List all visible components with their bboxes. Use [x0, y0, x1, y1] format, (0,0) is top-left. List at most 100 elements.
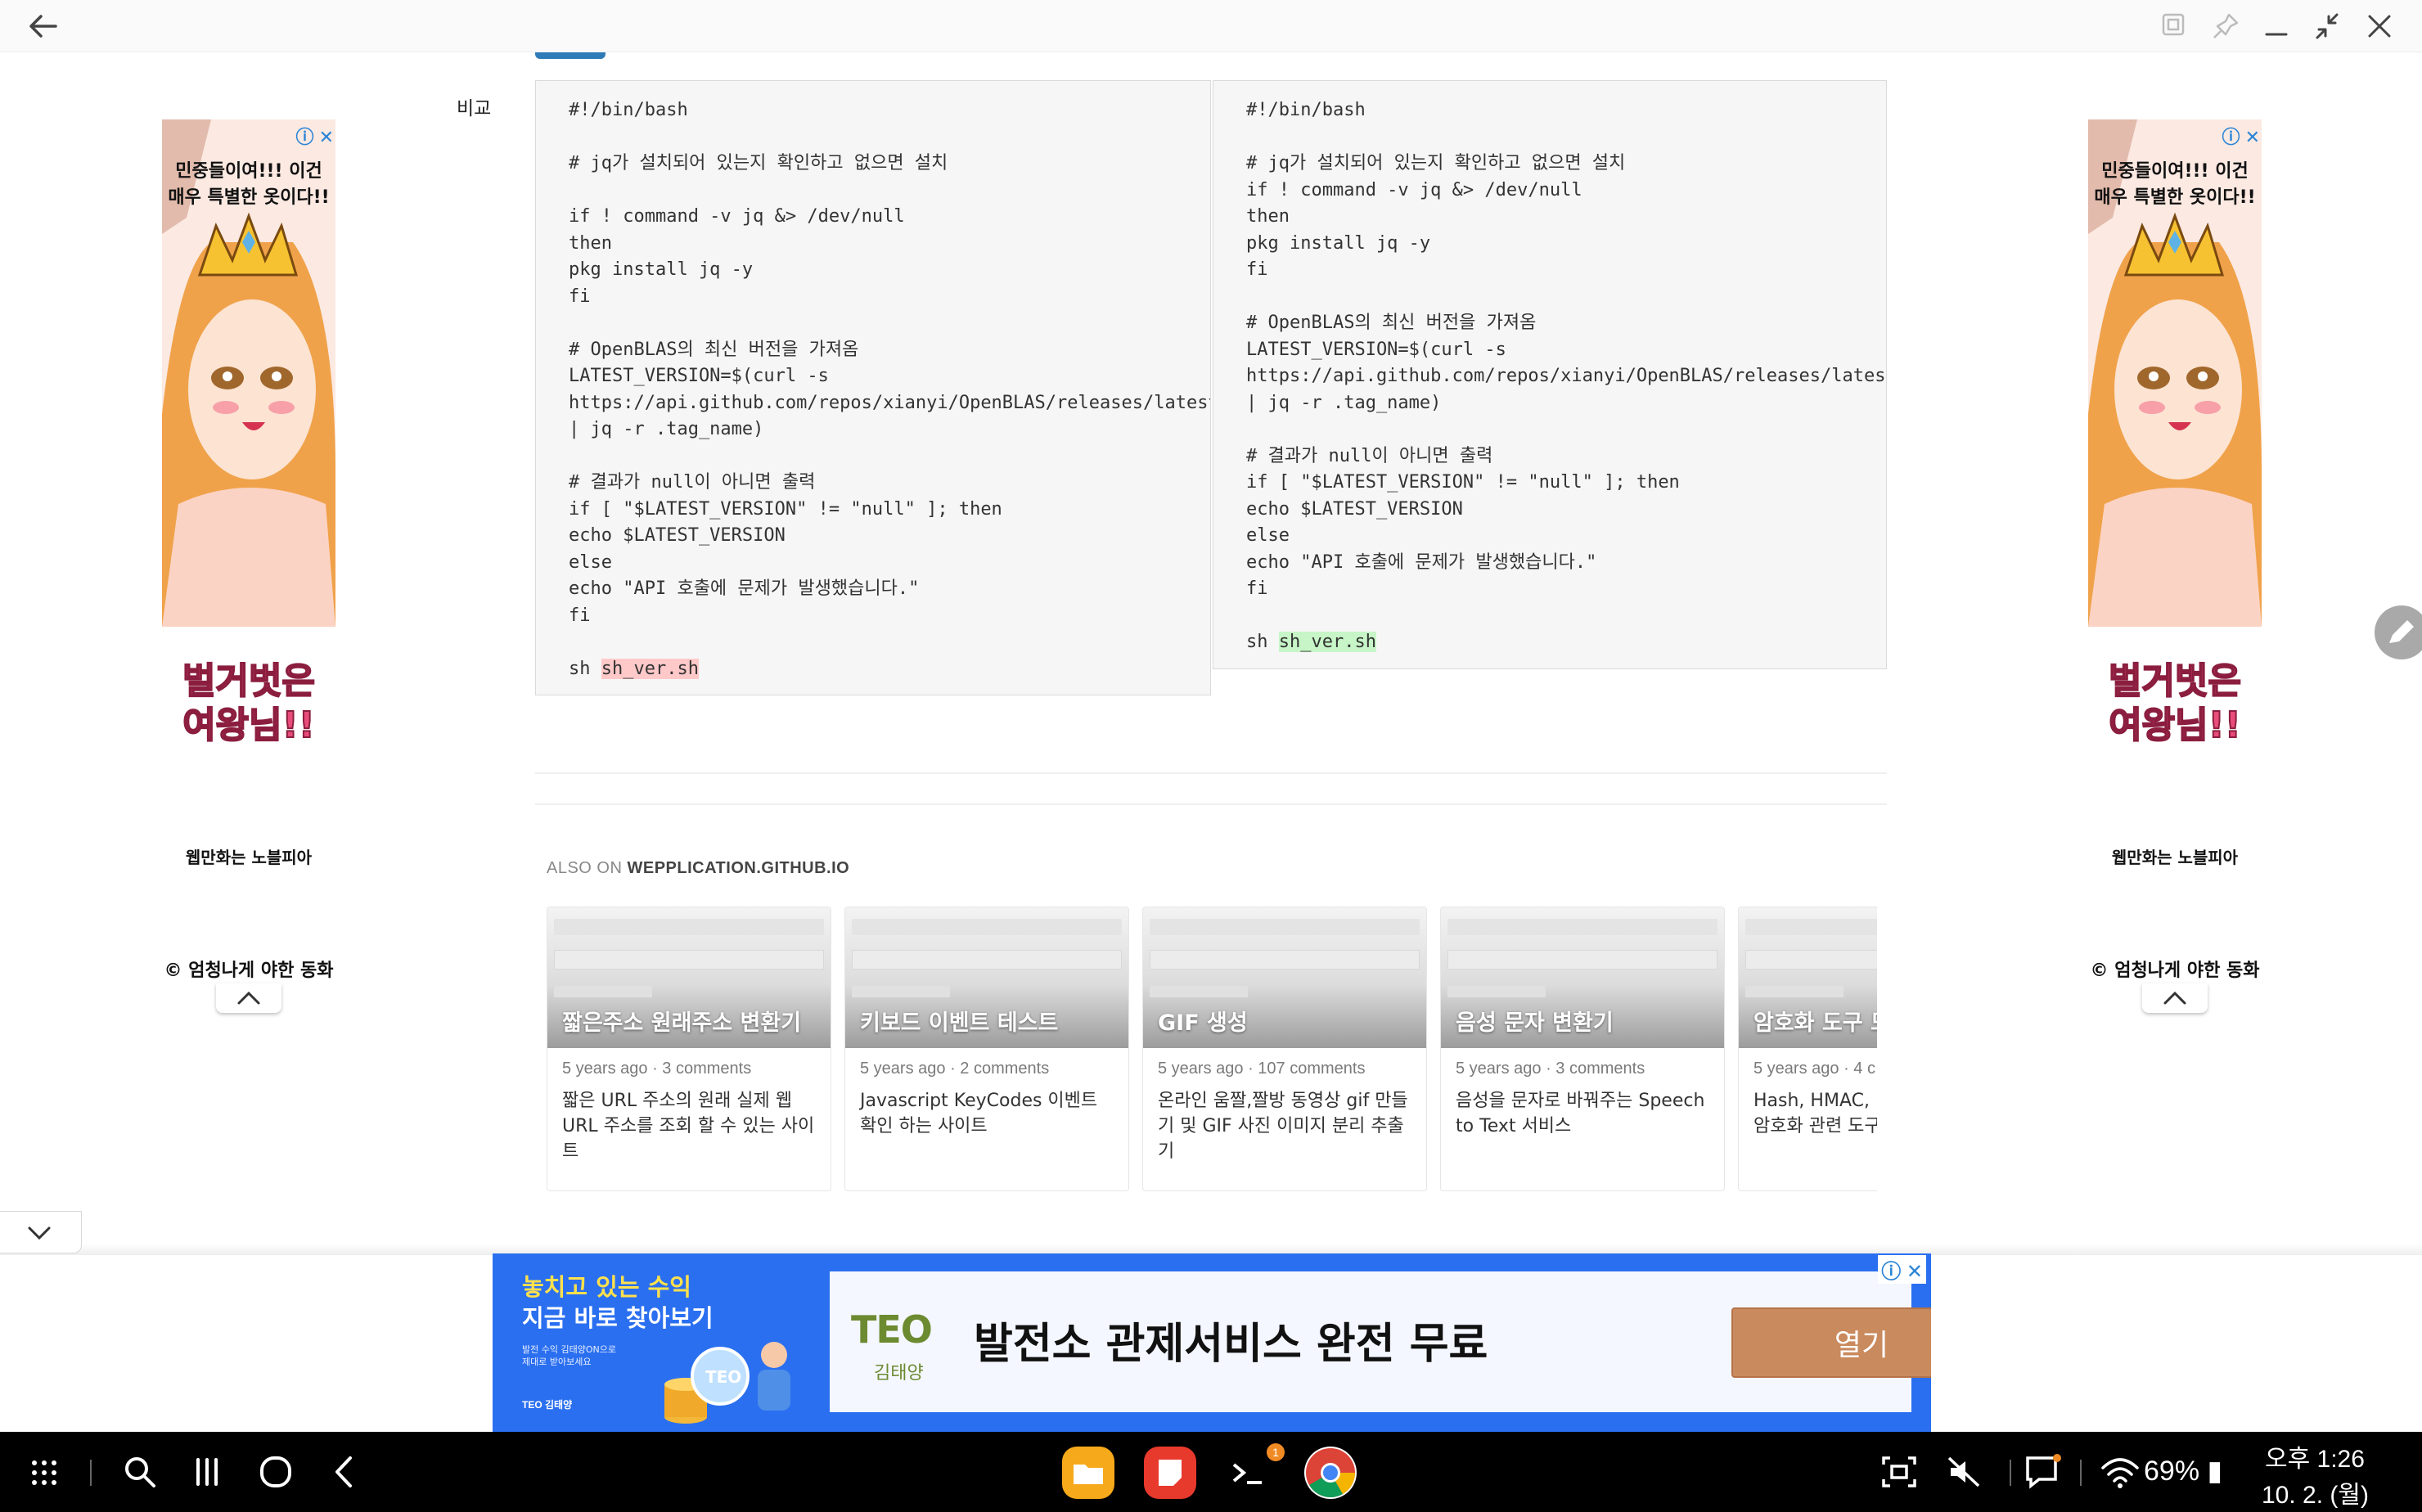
card-thumbnail: 암호화 도구 모	[1739, 907, 1877, 1048]
battery-icon: ▮	[2207, 1456, 2223, 1487]
ad-brand: 웹만화는 노블피아	[185, 848, 313, 867]
teo-logo-sub: 김태양	[874, 1363, 924, 1384]
code-line: if [ "$LATEST_VERSION" != "null" ]; then	[569, 498, 1002, 520]
card-meta: 5 years ago · 107 comments	[1158, 1060, 1366, 1078]
wifi-icon[interactable]	[2100, 1451, 2141, 1492]
code-line: | jq -r .tag_name)	[1246, 392, 1442, 413]
also-on-prefix: ALSO ON	[547, 859, 628, 877]
related-card[interactable]: GIF 생성 5 years ago · 107 comments 온라인 움짤…	[1142, 907, 1427, 1191]
ad-small-logo: TEO 김태양	[522, 1399, 573, 1411]
pin-icon[interactable]	[2209, 10, 2242, 43]
code-line: fi	[1246, 578, 1268, 599]
compare-label: 비교	[457, 98, 492, 119]
code-line: # OpenBLAS의 최신 버전을 가져옴	[569, 339, 859, 360]
related-card[interactable]: 짧은주소 원래주소 변환기 5 years ago · 3 comments 짧…	[547, 907, 831, 1191]
terminal-app-icon[interactable]: 1	[1224, 1443, 1285, 1499]
pencil-icon	[2389, 620, 2414, 643]
ad-illustration: 민중들이여!!! 이건 매우 특별한 옷이다!! ⓘ ✕	[2088, 119, 2262, 627]
files-app-icon[interactable]	[1062, 1447, 1114, 1499]
code-line: then	[569, 232, 612, 254]
notification-icon[interactable]	[2023, 1451, 2064, 1492]
card-description: 온라인 움짤,짤방 동영상 gif 만들기 및 GIF 사진 이미지 분리 추출…	[1158, 1091, 1408, 1162]
diff-highlight: sh_ver.sh	[601, 658, 699, 679]
code-line: # jq가 설치되어 있는지 확인하고 없으면 설치	[569, 153, 948, 173]
card-meta: 5 years ago · 3 comments	[562, 1060, 752, 1078]
code-block-right: #!/bin/bash # jq가 설치되어 있는지 확인하고 없으면 설치 if …	[1213, 81, 1886, 656]
edit-button[interactable]	[2375, 605, 2422, 659]
code-diff-left: #!/bin/bash # jq가 설치되어 있는지 확인하고 없으면 설치 if …	[535, 80, 1211, 695]
teo-logo-text: TEO	[851, 1307, 933, 1352]
code-line: echo $LATEST_VERSION	[569, 525, 786, 546]
back-arrow-icon[interactable]	[25, 10, 59, 43]
back-icon[interactable]	[324, 1451, 365, 1492]
clock-date[interactable]: 10. 2. (월)	[2262, 1474, 2369, 1510]
code-prefix: sh	[1246, 632, 1279, 652]
code-line: if ! command -v jq &> /dev/null	[1246, 179, 1582, 200]
divider	[535, 803, 1887, 805]
diff-highlight: sh_ver.sh	[1278, 632, 1376, 652]
card-thumbnail: 키보드 이벤트 테스트	[845, 907, 1128, 1048]
home-icon[interactable]	[255, 1451, 296, 1492]
open-button[interactable]: 열기	[1731, 1307, 1931, 1378]
bottom-banner-ad[interactable]: 놓치고 있는 수익 지금 바로 찾아보기 발전 수익 김태양ON으로 제대로 받…	[493, 1253, 1931, 1432]
card-meta: 5 years ago · 2 comments	[860, 1060, 1050, 1078]
code-line: https://api.github.com/repos/xianyi/Open…	[1246, 366, 1887, 386]
card-title: 키보드 이벤트 테스트	[860, 1010, 1059, 1036]
search-icon[interactable]	[119, 1451, 160, 1492]
recent-apps-icon[interactable]	[187, 1451, 227, 1492]
svg-text:TEO: TEO	[705, 1367, 741, 1387]
window-resize-icon[interactable]	[2157, 10, 2190, 43]
adchoices-icon[interactable]: ⓘ ✕	[2222, 123, 2260, 149]
ad-speech-bubble: 민중들이여!!! 이건 매우 특별한 옷이다!!	[168, 161, 330, 208]
notes-app-icon[interactable]	[1144, 1447, 1196, 1499]
code-line: pkg install jq -y	[569, 259, 754, 280]
taskbar-divider	[2010, 1460, 2011, 1486]
card-title: 암호화 도구 모	[1753, 1010, 1877, 1036]
ad-title-line1: 벌거벗은	[182, 659, 316, 703]
folder-icon	[1074, 1465, 1103, 1484]
code-diff-right: #!/bin/bash # jq가 설치되어 있는지 확인하고 없으면 설치 if …	[1213, 80, 1887, 669]
code-line: echo "API 호출에 문제가 발생했습니다."	[1246, 551, 1597, 573]
code-line: | jq -r .tag_name)	[569, 419, 764, 439]
side-ad-right[interactable]: 민중들이여!!! 이건 매우 특별한 옷이다!! ⓘ ✕ 벌거벗은 여왕님!! 웹…	[2088, 119, 2262, 1013]
card-thumbnail: GIF 생성	[1143, 907, 1426, 1048]
chrome-app-icon[interactable]	[1304, 1447, 1357, 1499]
code-line: sh sh_ver.sh	[1246, 629, 1886, 656]
coins-illustration-icon: TEO	[664, 1342, 790, 1424]
code-line: # 결과가 null이 아니면 출력	[1246, 445, 1493, 466]
apps-grid-icon[interactable]	[26, 1451, 67, 1492]
code-line: fi	[569, 605, 591, 626]
code-line: if ! command -v jq &> /dev/null	[569, 206, 905, 227]
notification-badge: 1	[1267, 1443, 1285, 1461]
ad-small-text: 발전 수익 김태양ON으로 제대로 받아보세요	[522, 1343, 616, 1368]
note-icon	[1159, 1460, 1182, 1486]
side-ad-left[interactable]: 민중들이여!!! 이건 매우 특별한 옷이다!! ⓘ ✕ 벌거벗은 여왕님!! 웹…	[162, 119, 335, 1013]
card-meta: 5 years ago · 4 c	[1753, 1060, 1875, 1078]
related-card[interactable]: 암호화 도구 모 5 years ago · 4 c Hash, HMAC, R…	[1738, 907, 1877, 1191]
ad-collapse-button[interactable]	[2142, 983, 2208, 1013]
ad-close-icon[interactable]: ⓘ ✕	[1878, 1255, 1926, 1284]
card-description: Hash, HMAC, Random 문자열 암호화 관련 도구	[1753, 1091, 1877, 1136]
close-icon[interactable]	[2363, 10, 2396, 43]
ad-collapse-button[interactable]	[216, 983, 281, 1013]
ad-title-line1: 벌거벗은	[2108, 659, 2242, 703]
code-line: pkg install jq -y	[1246, 232, 1431, 254]
related-card[interactable]: 키보드 이벤트 테스트 5 years ago · 2 comments Jav…	[844, 907, 1129, 1191]
ad-title-line2: 여왕님!!	[2108, 704, 2242, 747]
card-title: GIF 생성	[1158, 1010, 1248, 1036]
mute-icon[interactable]	[1944, 1451, 1985, 1492]
adchoices-icon[interactable]: ⓘ ✕	[295, 123, 334, 149]
minimize-icon[interactable]	[2260, 10, 2293, 43]
ad-brand: 웹만화는 노블피아	[2111, 848, 2239, 867]
also-on-site[interactable]: WEPPLICATION.GITHUB.IO	[627, 859, 849, 877]
related-card[interactable]: 음성 문자 변환기 5 years ago · 3 comments 음성을 문…	[1440, 907, 1725, 1191]
clock-time[interactable]: 오후 1:26	[2265, 1438, 2365, 1474]
screen-capture-icon[interactable]	[1879, 1451, 1920, 1492]
expand-toolbar-button[interactable]	[0, 1211, 82, 1253]
collapse-window-icon[interactable]	[2311, 10, 2343, 43]
card-thumbnail: 짧은주소 원래주소 변환기	[547, 907, 831, 1048]
code-line: if [ "$LATEST_VERSION" != "null" ]; then	[1246, 472, 1680, 493]
